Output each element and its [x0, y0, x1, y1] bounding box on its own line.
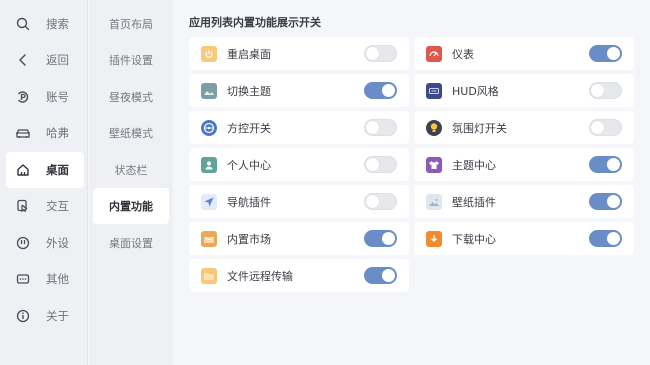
feature-toggle[interactable] [589, 193, 622, 210]
car-icon [8, 126, 38, 140]
nav-item-haval[interactable]: 哈弗 [6, 115, 84, 151]
nav-item-about[interactable]: 关于 [6, 298, 84, 334]
main-nav: 搜索 返回 账号 哈弗 桌面 交互 外设 其他 关于 [0, 0, 88, 365]
nav-item-label: 交互 [46, 199, 69, 213]
feature-toggle[interactable] [589, 45, 622, 62]
dashboard-icon [426, 45, 442, 62]
nav-item-account[interactable]: 账号 [6, 79, 84, 115]
feature-toggle[interactable] [364, 230, 397, 247]
feature-toggle[interactable] [589, 156, 622, 173]
nav-item-search[interactable]: 搜索 [6, 6, 84, 42]
image-icon [426, 193, 442, 210]
download-icon [426, 230, 442, 247]
theme-icon [201, 82, 217, 99]
nav-item-other[interactable]: 其他 [6, 261, 84, 297]
feature-row-builtin-market: 内置市场 [189, 222, 409, 255]
user-icon [201, 156, 217, 173]
nav-item-peripheral[interactable]: 外设 [6, 225, 84, 261]
nav-item-label: 桌面 [46, 163, 69, 177]
lightbulb-icon [426, 119, 442, 136]
feature-row-wallpaper-plugin: 壁纸插件 [414, 185, 634, 218]
page-title: 应用列表内置功能展示开关 [189, 16, 321, 29]
feature-row-dashboard: 仪表 [414, 37, 634, 70]
nav-item-label: 哈弗 [46, 126, 69, 140]
restart-icon [201, 45, 217, 62]
feature-toggle[interactable] [364, 119, 397, 136]
feature-toggle[interactable] [589, 82, 622, 99]
feature-label: 内置市场 [227, 232, 271, 246]
interaction-icon [8, 199, 38, 213]
account-icon [8, 90, 38, 104]
feature-label: 文件远程传输 [227, 269, 293, 283]
feature-label: 下载中心 [452, 232, 496, 246]
home-icon [8, 163, 38, 177]
nav-item-label: 返回 [46, 53, 69, 67]
feature-label: 壁纸插件 [452, 195, 496, 209]
feature-row-ambient-light: 氛围灯开关 [414, 111, 634, 144]
desktop-submenu: 首页布局 插件设置 昼夜模式 壁纸模式 状态栏 内置功能 桌面设置 [89, 0, 173, 365]
other-icon [8, 272, 38, 286]
builtin-features-panel: 应用列表内置功能展示开关 重启桌面 切换主题 方控开关 个人中心 导航插件 内置… [173, 0, 650, 365]
feature-row-personal-center: 个人中心 [189, 148, 409, 181]
shirt-icon [426, 156, 442, 173]
feature-toggle[interactable] [589, 230, 622, 247]
hud-icon [426, 82, 442, 99]
feature-row-download-center: 下载中心 [414, 222, 634, 255]
nav-item-label: 账号 [46, 90, 69, 104]
feature-toggle[interactable] [364, 193, 397, 210]
nav-item-interaction[interactable]: 交互 [6, 188, 84, 224]
feature-row-restart-desktop: 重启桌面 [189, 37, 409, 70]
feature-row-navigation-plugin: 导航插件 [189, 185, 409, 218]
feature-row-switch-theme: 切换主题 [189, 74, 409, 107]
nav-item-back[interactable]: 返回 [6, 42, 84, 78]
feature-label: 方控开关 [227, 121, 271, 135]
feature-label: 切换主题 [227, 84, 271, 98]
submenu-item-plugin-settings[interactable]: 插件设置 [93, 42, 169, 78]
feature-toggle[interactable] [364, 45, 397, 62]
feature-row-theme-center: 主题中心 [414, 148, 634, 181]
nav-item-label: 关于 [46, 309, 69, 323]
feature-label: 个人中心 [227, 158, 271, 172]
submenu-item-status-bar[interactable]: 状态栏 [93, 152, 169, 188]
feature-label: 导航插件 [227, 195, 271, 209]
submenu-item-home-layout[interactable]: 首页布局 [93, 6, 169, 42]
search-icon [8, 17, 38, 31]
nav-item-desktop[interactable]: 桌面 [6, 152, 84, 188]
nav-item-label: 搜索 [46, 17, 69, 31]
nav-item-label: 外设 [46, 236, 69, 250]
feature-toggle[interactable] [364, 82, 397, 99]
market-icon [201, 230, 217, 247]
feature-label: 仪表 [452, 47, 474, 61]
feature-toggle[interactable] [364, 156, 397, 173]
feature-toggle[interactable] [589, 119, 622, 136]
feature-label: HUD风格 [452, 84, 499, 98]
folder-icon [201, 267, 217, 284]
feature-label: 氛围灯开关 [452, 121, 507, 135]
feature-row-steering-control: 方控开关 [189, 111, 409, 144]
steering-wheel-icon [201, 119, 217, 136]
feature-label: 重启桌面 [227, 47, 271, 61]
submenu-item-desktop-settings[interactable]: 桌面设置 [93, 225, 169, 261]
feature-toggle[interactable] [364, 267, 397, 284]
submenu-item-wallpaper-mode[interactable]: 壁纸模式 [93, 115, 169, 151]
back-icon [8, 53, 38, 67]
feature-row-remote-file-transfer: 文件远程传输 [189, 259, 409, 292]
submenu-item-day-night-mode[interactable]: 昼夜模式 [93, 79, 169, 115]
info-icon [8, 309, 38, 323]
feature-label: 主题中心 [452, 158, 496, 172]
nav-item-label: 其他 [46, 272, 69, 286]
navigation-icon [201, 193, 217, 210]
submenu-item-builtin-features[interactable]: 内置功能 [93, 188, 169, 224]
feature-row-hud-style: HUD风格 [414, 74, 634, 107]
peripheral-icon [8, 236, 38, 250]
